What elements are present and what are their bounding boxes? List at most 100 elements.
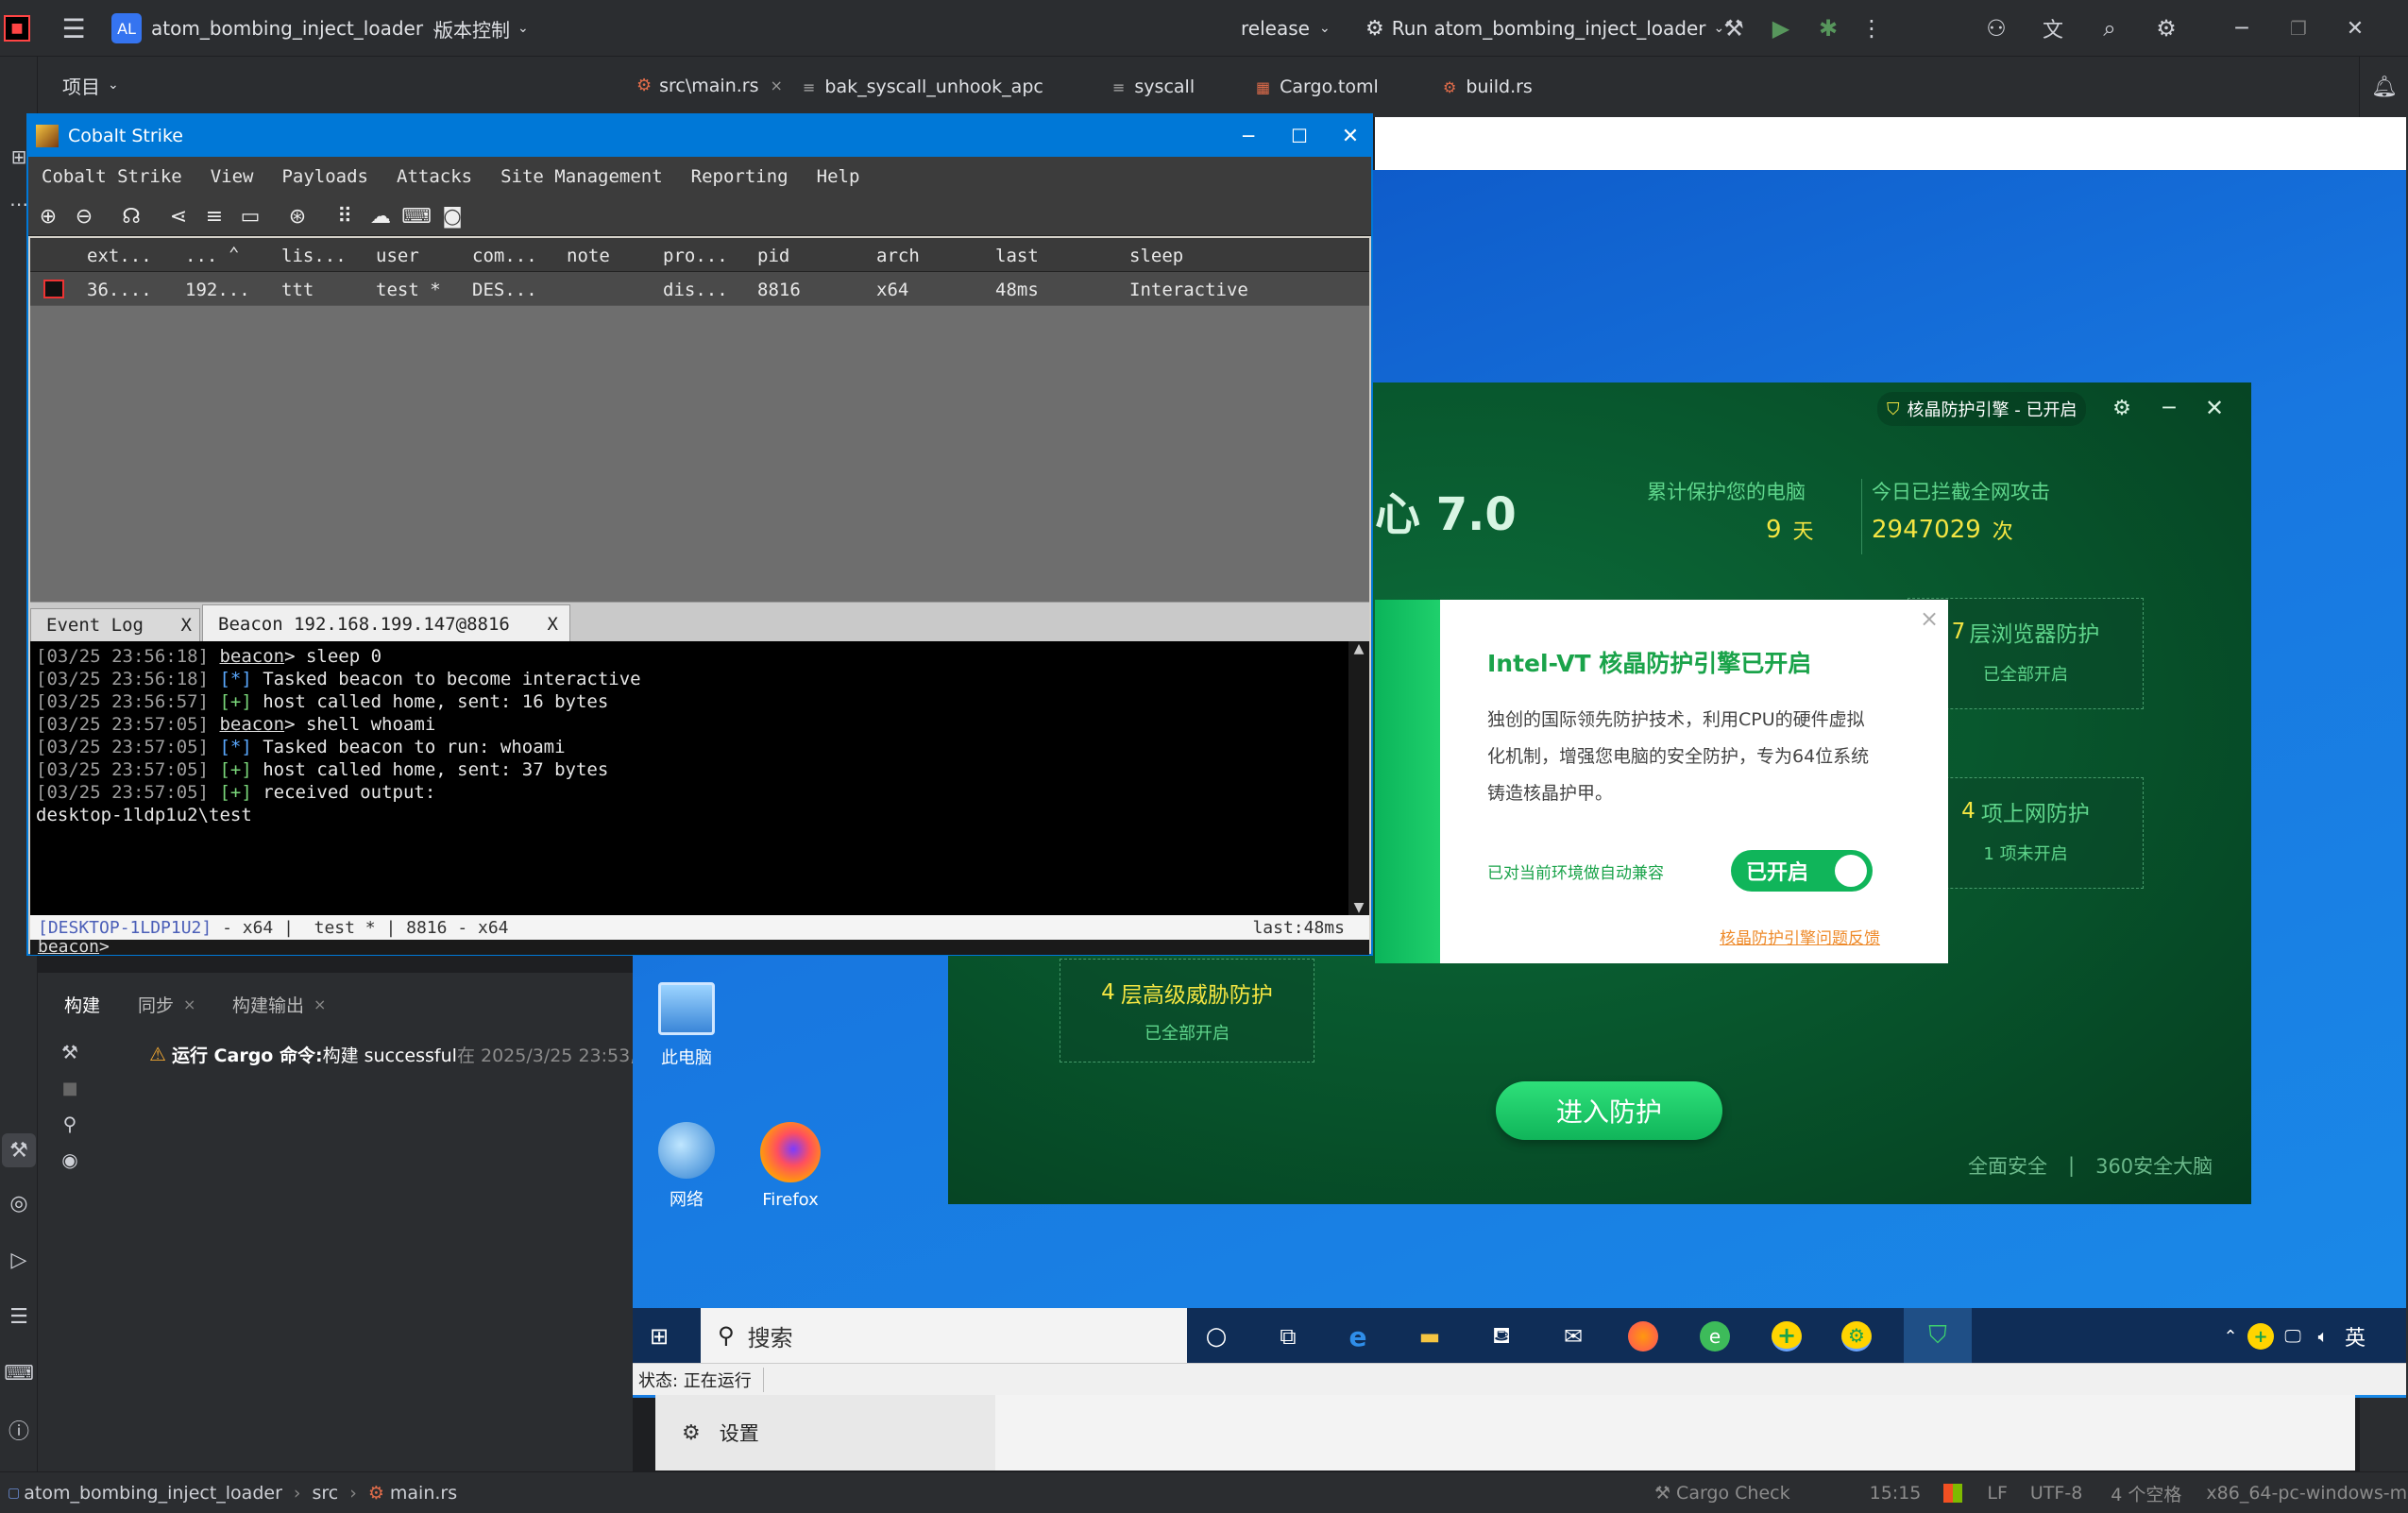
- col-header[interactable]: ext...: [87, 246, 152, 266]
- debug-bug-icon[interactable]: ✱: [1813, 13, 1843, 43]
- desktop-icon-network[interactable]: 网络: [644, 1122, 729, 1211]
- project-switcher[interactable]: AL atom_bombing_inject_loader ⌄: [111, 11, 442, 45]
- col-header[interactable]: sleep: [1129, 246, 1183, 266]
- terminal-icon[interactable]: ⌨: [4, 1358, 34, 1388]
- breadcrumb-item[interactable]: src: [313, 1483, 339, 1504]
- close-icon[interactable]: ×: [314, 995, 326, 1013]
- services-icon[interactable]: ◎: [4, 1188, 34, 1218]
- close-icon[interactable]: X: [181, 615, 192, 636]
- settings-gear-icon[interactable]: ⚙: [2151, 13, 2181, 43]
- pin-icon[interactable]: ⚲: [57, 1111, 83, 1137]
- cargo-check-status[interactable]: Cargo Check: [1676, 1483, 1790, 1504]
- keyboard-icon[interactable]: ⌨: [401, 202, 432, 230]
- session-table-icon[interactable]: ≡: [200, 202, 229, 230]
- core-engine-badge[interactable]: ⛉ 核晶防护引擎 - 已开启: [1877, 392, 2087, 426]
- col-header[interactable]: note: [567, 246, 610, 266]
- col-header[interactable]: pid: [757, 246, 789, 266]
- col-header[interactable]: arch: [876, 246, 920, 266]
- notifications-icon[interactable]: 🔔︎: [2369, 72, 2400, 102]
- tray-volume-icon[interactable]: 🔈︎: [2310, 1323, 2336, 1350]
- taskbar-search[interactable]: ⚲ 搜索: [701, 1308, 1187, 1363]
- web-log-globe-icon[interactable]: ⊛: [283, 202, 312, 230]
- store-icon[interactable]: ⛾: [1486, 1321, 1517, 1352]
- settings-gear-icon[interactable]: ⚙: [2108, 394, 2136, 422]
- 360-browser-icon[interactable]: e: [1700, 1321, 1730, 1352]
- window-minimize-icon[interactable]: ─: [2227, 13, 2257, 43]
- todo-list-icon[interactable]: ☰: [4, 1301, 34, 1332]
- build-target[interactable]: x86_64-pc-windows-msvc: [2206, 1483, 2408, 1504]
- 360-guard-icon[interactable]: ⚙: [1841, 1321, 1872, 1352]
- stop-icon[interactable]: ■: [57, 1075, 83, 1101]
- run-icon[interactable]: ▷: [4, 1245, 34, 1275]
- col-header[interactable]: pro...: [663, 246, 728, 266]
- project-view-toggle[interactable]: 项目 ⌄: [62, 70, 119, 100]
- bottom-tab-build-output[interactable]: 构建输出 ×: [232, 990, 326, 1018]
- run-config-selector[interactable]: release ⌄: [1241, 11, 1331, 45]
- problems-icon[interactable]: ⓘ: [4, 1415, 34, 1445]
- menu-site-management[interactable]: Site Management: [500, 166, 663, 187]
- hamburger-menu-icon[interactable]: ☰: [57, 11, 91, 45]
- disconnect-icon[interactable]: ⊖: [70, 202, 98, 230]
- scroll-down-icon[interactable]: ▼: [1348, 900, 1369, 915]
- close-icon[interactable]: ×: [1920, 605, 1939, 632]
- menu-view[interactable]: View: [211, 166, 254, 187]
- screenshot-camera-icon[interactable]: ◙: [438, 202, 466, 230]
- 360-safe-icon[interactable]: +: [1772, 1321, 1802, 1352]
- menu-cobalt-strike[interactable]: Cobalt Strike: [42, 166, 182, 187]
- editor-tab-bak[interactable]: ≡ bak_syscall_unhook_apc: [803, 70, 1043, 104]
- breadcrumb-item[interactable]: main.rs: [390, 1483, 457, 1504]
- scroll-up-icon[interactable]: ▲: [1348, 641, 1369, 656]
- menu-payloads[interactable]: Payloads: [281, 166, 368, 187]
- beacon-command-input[interactable]: beacon >: [30, 939, 1369, 956]
- close-icon[interactable]: ×: [771, 76, 783, 94]
- engine-toggle[interactable]: 已开启: [1731, 850, 1873, 892]
- col-header[interactable]: lis...: [281, 246, 347, 266]
- tab-beacon[interactable]: Beacon 192.168.199.147@8816 X: [202, 604, 570, 642]
- editor-tab-cargo[interactable]: ▦ Cargo.toml: [1256, 70, 1379, 104]
- build-tool-icon[interactable]: ⚒: [2, 1133, 36, 1167]
- cortana-icon[interactable]: ○: [1201, 1321, 1231, 1352]
- run-play-icon[interactable]: ▶: [1766, 13, 1796, 43]
- settings-nav-item[interactable]: ⚙ 设置: [655, 1395, 995, 1470]
- ide-logo-icon[interactable]: ■: [4, 15, 30, 42]
- 360-shield-taskbar-icon[interactable]: ⛉: [1904, 1308, 1972, 1363]
- tray-network-icon[interactable]: 🖵︎: [2280, 1323, 2306, 1350]
- close-icon[interactable]: ✕: [2200, 394, 2229, 422]
- vcs-menu[interactable]: 版本控制 ⌄: [434, 11, 529, 45]
- edge-icon[interactable]: e: [1343, 1321, 1373, 1352]
- keystrokes-icon[interactable]: ⠿: [331, 202, 359, 230]
- tray-chevron-up-icon[interactable]: ⌃: [2219, 1323, 2242, 1350]
- minimize-icon[interactable]: ─: [1233, 121, 1263, 151]
- desktop-icon-this-pc[interactable]: 此电脑: [644, 982, 729, 1069]
- console-scrollbar[interactable]: ▲ ▼: [1348, 641, 1369, 915]
- table-row[interactable]: 36.... 192... ttt test * DES... dis... 8…: [30, 272, 1369, 306]
- close-icon[interactable]: X: [548, 614, 558, 635]
- downloads-cloud-icon[interactable]: ☁: [366, 202, 395, 230]
- build-hammer-icon[interactable]: ⚒: [57, 1039, 83, 1065]
- threat-protection-card[interactable]: 4 层高级威胁防护 已全部开启: [1060, 959, 1314, 1062]
- connect-icon[interactable]: ⊕: [34, 202, 62, 230]
- window-close-icon[interactable]: ✕: [2340, 13, 2370, 43]
- bottom-tab-build[interactable]: 构建: [64, 990, 100, 1018]
- window-restore-icon[interactable]: ❐: [2283, 13, 2314, 43]
- listeners-headphones-icon[interactable]: ☊: [117, 202, 145, 230]
- tab-event-log[interactable]: Event Log X: [30, 608, 200, 642]
- translate-icon[interactable]: 文: [2038, 13, 2068, 43]
- line-separator[interactable]: LF: [1987, 1483, 2008, 1504]
- editor-tab-syscall[interactable]: ≡ syscall: [1112, 70, 1195, 104]
- breadcrumb-item[interactable]: atom_bombing_inject_loader: [24, 1483, 282, 1504]
- editor-tab-main[interactable]: ⚙ src\main.rs ×: [625, 57, 794, 117]
- add-user-icon[interactable]: ⚇: [1981, 13, 2011, 43]
- indent-setting[interactable]: 4 个空格: [2111, 1481, 2181, 1506]
- editor-tab-build[interactable]: ⚙ build.rs: [1443, 70, 1533, 104]
- menu-reporting[interactable]: Reporting: [691, 166, 789, 187]
- tray-360-icon[interactable]: +: [2247, 1323, 2274, 1350]
- col-header[interactable]: user: [376, 246, 419, 266]
- feedback-link[interactable]: 核晶防护引擎问题反馈: [1720, 925, 1880, 948]
- menu-help[interactable]: Help: [817, 166, 860, 187]
- build-hammer-icon[interactable]: ⚒: [1719, 13, 1749, 43]
- close-icon[interactable]: ✕: [1335, 121, 1365, 151]
- caret-position[interactable]: 15:15: [1870, 1483, 1922, 1504]
- task-view-icon[interactable]: ⧉: [1273, 1321, 1303, 1352]
- desktop-icon-firefox[interactable]: Firefox: [748, 1122, 833, 1210]
